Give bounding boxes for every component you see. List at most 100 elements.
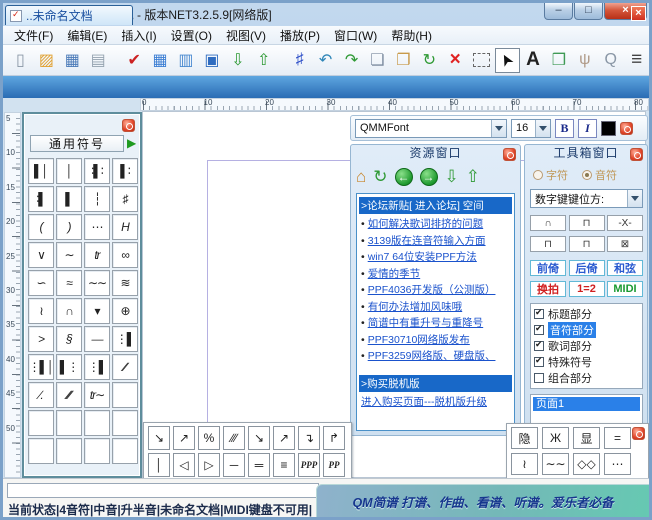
section-checkbox-row[interactable]: 标题部分 — [534, 306, 639, 322]
marquee-select-icon[interactable] — [469, 48, 494, 73]
menu-item[interactable]: 文件(F) — [7, 25, 60, 46]
palette-symbol-button[interactable] — [84, 438, 110, 464]
home-icon[interactable]: ⌂ — [356, 167, 366, 187]
up-arrow-icon[interactable]: ↗ — [273, 426, 295, 450]
undo-icon[interactable]: ↶ — [313, 48, 338, 73]
palette-symbol-button[interactable]: ∕∕∕ — [56, 382, 82, 408]
crescendo-icon[interactable]: ◁ — [173, 453, 195, 477]
forum-link[interactable]: 有何办法增加风味哦 — [368, 299, 463, 316]
change-beat-button[interactable]: 换拍 — [530, 281, 566, 297]
hand-pan-icon[interactable]: ψ — [572, 48, 597, 73]
menu-item[interactable]: 插入(I) — [114, 25, 163, 46]
grace-bracket-icon[interactable]: ⊓ — [530, 236, 566, 252]
refresh-icon[interactable]: ↻ — [417, 48, 442, 73]
palette-symbol-button[interactable]: ∨ — [28, 242, 54, 268]
palette-symbol-button[interactable]: ( — [28, 214, 54, 240]
note-mode-radio[interactable]: 音符 — [582, 167, 617, 183]
palette-category-button[interactable]: 通用符号 — [30, 135, 124, 152]
forum-link[interactable]: 如何解决歌词排挤的问题 — [368, 216, 484, 233]
redo-icon[interactable]: ↷ — [339, 48, 364, 73]
font-color-swatch[interactable] — [601, 121, 616, 136]
chord-button[interactable]: 和弦 — [607, 260, 643, 276]
one-line-icon[interactable]: ─ — [223, 453, 245, 477]
palette-symbol-button[interactable]: ▌⋮ — [56, 354, 82, 380]
pp-icon[interactable]: PP — [323, 453, 345, 477]
buy-page-link[interactable]: 进入购买页面---脱机版升级 — [359, 394, 512, 411]
tremolo-icon[interactable]: ∕∕∕ — [223, 426, 245, 450]
document-tab[interactable]: ..未命名文档 — [5, 5, 133, 25]
palette-symbol-button[interactable] — [112, 382, 138, 408]
minimize-button[interactable]: – — [544, 3, 573, 20]
forum-link[interactable]: 3139版在连音符输入方面 — [368, 233, 486, 250]
x-line-icon[interactable]: -X- — [607, 215, 643, 231]
grace-bracket2-icon[interactable]: ⊓ — [569, 236, 605, 252]
extra-panel-close-icon[interactable] — [632, 427, 645, 440]
delete-icon[interactable]: × — [443, 48, 468, 73]
section-checkbox-row[interactable]: 特殊符号 — [534, 354, 639, 370]
open-document-icon[interactable]: ▨ — [34, 48, 59, 73]
checkbox-icon[interactable] — [534, 357, 544, 367]
forum-link[interactable]: 简谱中有重升号与重降号 — [368, 315, 484, 332]
palette-symbol-button[interactable]: ∕. — [28, 382, 54, 408]
wavy-up-arrow-icon[interactable]: ↗ — [173, 426, 195, 450]
download-icon[interactable]: ⇩ — [445, 167, 459, 187]
dots-icon[interactable]: ⋯ — [604, 453, 631, 475]
zoom-tool-icon[interactable]: Q — [598, 48, 623, 73]
import-icon[interactable]: ⇩ — [225, 48, 250, 73]
decrescendo-icon[interactable]: ▷ — [198, 453, 220, 477]
bend-up-icon[interactable]: ↱ — [323, 426, 345, 450]
note-sharp-icon[interactable]: ♯ — [287, 48, 312, 73]
palette-symbol-button[interactable]: ≋ — [112, 270, 138, 296]
palette-symbol-button[interactable] — [28, 410, 54, 436]
copy-icon[interactable]: ❏ — [365, 48, 390, 73]
menu-item[interactable]: 帮助(H) — [384, 25, 439, 46]
two-line-icon[interactable]: ═ — [248, 453, 270, 477]
palette-symbol-button[interactable]: ⋮▌│ — [28, 354, 54, 380]
section-checkbox-row[interactable]: 音符部分 — [534, 322, 639, 338]
bracket-icon[interactable]: ⊓ — [569, 215, 605, 231]
refresh-page-icon[interactable]: ↻ — [373, 167, 387, 187]
three-line-icon[interactable]: ≡ — [273, 453, 295, 477]
down-arrow-icon[interactable]: ↘ — [248, 426, 270, 450]
midi-button[interactable]: MIDI — [607, 281, 643, 297]
palette-symbol-button[interactable] — [112, 438, 138, 464]
text-tool-icon[interactable]: A — [521, 48, 546, 73]
palette-symbol-button[interactable]: ∞ — [112, 242, 138, 268]
palette-next-icon[interactable]: ▶ — [127, 135, 136, 152]
palette-symbol-button[interactable]: ∼ — [56, 242, 82, 268]
menu-item[interactable]: 设置(O) — [164, 25, 219, 46]
palette-symbol-button[interactable] — [56, 438, 82, 464]
section-checkbox-row[interactable]: 歌词部分 — [534, 338, 639, 354]
cross-bracket-icon[interactable]: ⊠ — [607, 236, 643, 252]
image-tool-icon[interactable]: ❒ — [546, 48, 571, 73]
palette-symbol-button[interactable]: ⋮▌ — [112, 326, 138, 352]
resource-close-icon[interactable] — [503, 148, 516, 161]
palette-symbol-button[interactable]: ▌ — [56, 186, 82, 212]
palette-symbol-button[interactable]: ▌│ — [28, 158, 54, 184]
page-list-item[interactable]: 页面1 — [533, 397, 640, 411]
diamond-bracket-icon[interactable]: ◇◇ — [573, 453, 600, 475]
palette-symbol-button[interactable]: ∼∼ — [84, 270, 110, 296]
palette-symbol-button[interactable]: > — [28, 326, 54, 352]
wave-line-icon[interactable]: ∼∼ — [542, 453, 569, 475]
palette-symbol-button[interactable]: ≈ — [56, 270, 82, 296]
section-checkbox-row[interactable]: 组合部分 — [534, 370, 639, 386]
checkbox-icon[interactable] — [534, 341, 544, 351]
palette-symbol-button[interactable]: ▌∶ — [112, 158, 138, 184]
palette-close-icon[interactable] — [122, 119, 135, 132]
grace-after-button[interactable]: 后倚 — [569, 260, 605, 276]
palette-symbol-button[interactable] — [56, 410, 82, 436]
line-spacing-icon[interactable]: ≡ — [624, 48, 649, 73]
palette-symbol-button[interactable]: tr — [84, 242, 110, 268]
palette-symbol-button[interactable]: — — [84, 326, 110, 352]
bend-down-icon[interactable]: ↴ — [298, 426, 320, 450]
palette-symbol-button[interactable]: ∩ — [56, 298, 82, 324]
forum-link[interactable]: PPF3259网络版、硬盘版、 — [368, 348, 496, 365]
show-icon[interactable]: 显 — [573, 427, 600, 449]
palette-symbol-button[interactable]: tr∼ — [84, 382, 110, 408]
palette-symbol-button[interactable] — [84, 410, 110, 436]
proof-check-icon[interactable]: ✔ — [122, 48, 147, 73]
forum-link[interactable]: PPF30710网络版发布 — [368, 332, 470, 349]
chevron-down-icon[interactable] — [491, 120, 506, 137]
maximize-button[interactable]: □ — [574, 3, 603, 20]
